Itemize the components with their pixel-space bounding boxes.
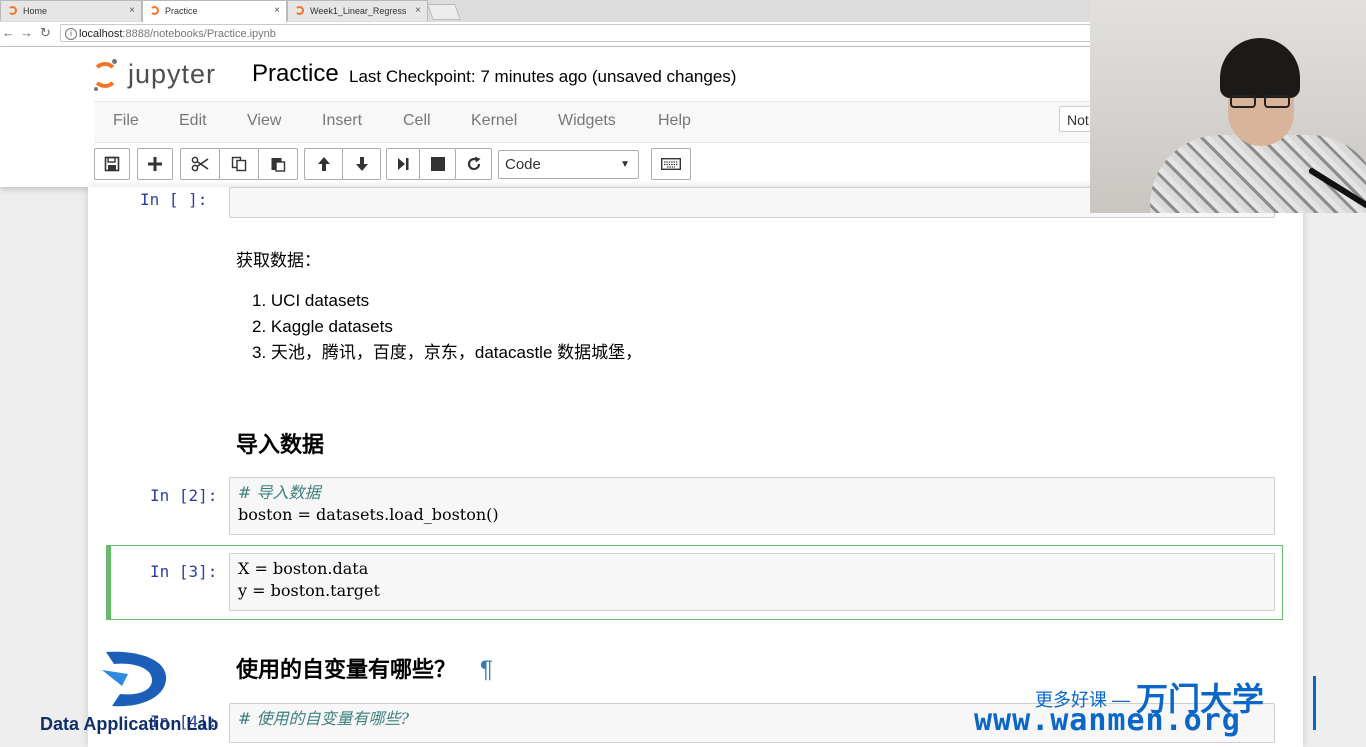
jupyter-favicon-icon: [150, 6, 159, 15]
paste-button[interactable]: [258, 148, 298, 180]
cell-prompt: In [2]:: [150, 486, 218, 505]
logo-text: jupyter: [128, 59, 217, 89]
url-host: localhost: [79, 28, 123, 40]
tab-title: Practice: [165, 6, 198, 16]
restart-icon: [467, 156, 480, 171]
move-down-button[interactable]: [342, 148, 381, 180]
cell-type-select[interactable]: Code ▼: [498, 150, 639, 179]
tab-practice[interactable]: Practice ×: [142, 0, 287, 22]
info-icon[interactable]: i: [65, 28, 77, 40]
run-button[interactable]: [386, 148, 420, 180]
cell-prompt: In [3]:: [150, 562, 218, 581]
tab-title: Week1_Linear_Regress: [310, 6, 407, 16]
tab-home[interactable]: Home ×: [0, 0, 142, 21]
menu-view[interactable]: View: [247, 112, 281, 130]
close-icon[interactable]: ×: [274, 1, 280, 21]
code-line: X = boston.data: [238, 559, 369, 578]
watermark-divider: [1313, 676, 1316, 730]
menu-kernel[interactable]: Kernel: [471, 112, 517, 130]
cell-prompt: In [ ]:: [140, 190, 208, 209]
run-icon: [398, 158, 409, 170]
menu-file[interactable]: File: [113, 112, 139, 130]
markdown-heading: 使用的自变量有哪些？ ¶: [236, 652, 493, 684]
list-item: 3. 天池，腾讯，百度，京东，datacastle 数据城堡，: [252, 343, 643, 362]
menu-help[interactable]: Help: [658, 112, 691, 130]
webcam-overlay: [1090, 0, 1366, 213]
jupyter-logo-icon: [92, 62, 118, 88]
data-application-lab-logo-icon: [102, 651, 167, 707]
menu-insert[interactable]: Insert: [322, 112, 362, 130]
checkpoint-status: Last Checkpoint: 7 minutes ago (unsaved …: [349, 67, 737, 86]
selected-cell-bar: [106, 545, 111, 620]
code-line: boston = datasets.load_boston(): [238, 505, 499, 524]
jupyter-logo[interactable]: jupyter: [92, 56, 232, 94]
markdown-text: 获取数据：: [236, 251, 321, 270]
restart-button[interactable]: [455, 148, 492, 180]
url-path: :8888/notebooks/Practice.ipynb: [122, 28, 276, 40]
logo-dot: [112, 59, 117, 64]
save-icon: [104, 156, 120, 172]
copy-icon: [231, 156, 247, 172]
code-cell-input[interactable]: X = boston.data y = boston.target: [229, 553, 1275, 611]
lab-watermark-text: Data Application Lab: [40, 714, 219, 734]
markdown-heading: 导入数据: [236, 432, 325, 457]
back-icon[interactable]: ←: [2, 25, 15, 40]
menu-cell[interactable]: Cell: [403, 112, 431, 130]
menu-bar: File Edit View Insert Cell Kernel Widget…: [94, 101, 1094, 143]
cell-type-value: Code: [505, 156, 541, 173]
stop-button[interactable]: [419, 148, 456, 180]
arrow-up-icon: [317, 157, 330, 171]
forward-icon[interactable]: →: [20, 25, 33, 40]
move-up-button[interactable]: [304, 148, 343, 180]
close-icon[interactable]: ×: [413, 1, 421, 21]
menu-edit[interactable]: Edit: [179, 112, 207, 130]
insert-cell-button[interactable]: [137, 148, 173, 180]
tab-week1[interactable]: Week1_Linear_Regress ×: [287, 0, 428, 21]
code-cell-input[interactable]: # 导入数据 boston = datasets.load_boston(): [229, 477, 1275, 535]
dropdown-arrow-icon: ▼: [620, 159, 630, 170]
notebook-name[interactable]: Practice: [252, 60, 339, 88]
list-item: 1. UCI datasets: [252, 291, 370, 310]
cut-button[interactable]: [180, 148, 220, 180]
close-icon[interactable]: ×: [129, 1, 135, 21]
heading-text: 使用的自变量有哪些？: [236, 657, 457, 682]
logo-dot: [94, 87, 98, 91]
paste-icon: [271, 158, 286, 172]
menu-widgets[interactable]: Widgets: [558, 112, 616, 130]
list-item: 2. Kaggle datasets: [252, 317, 393, 336]
cut-icon: [191, 156, 209, 172]
arrow-down-icon: [355, 157, 368, 171]
jupyter-favicon-icon: [295, 6, 304, 15]
presenter-glasses: [1230, 95, 1292, 109]
code-line: y = boston.target: [238, 581, 380, 600]
anchor-link[interactable]: ¶: [480, 656, 493, 683]
keyboard-icon: [661, 158, 681, 170]
tab-title: Home: [23, 6, 48, 16]
url-input[interactable]: i localhost:8888/notebooks/Practice.ipyn…: [60, 24, 1100, 42]
code-comment: # 导入数据: [238, 483, 321, 502]
presenter-body: [1150, 135, 1366, 213]
url-watermark: www.wanmen.org: [974, 703, 1241, 738]
markdown-list: 1. UCI datasets 2. Kaggle datasets 3. 天池…: [252, 288, 642, 366]
plus-icon: [148, 157, 162, 171]
reload-icon[interactable]: ↻: [40, 25, 51, 41]
copy-button[interactable]: [219, 148, 259, 180]
jupyter-favicon-icon: [8, 6, 17, 15]
command-palette-button[interactable]: [651, 148, 691, 180]
save-button[interactable]: [94, 148, 130, 180]
new-tab-button[interactable]: [427, 4, 461, 20]
stop-icon: [430, 157, 445, 171]
